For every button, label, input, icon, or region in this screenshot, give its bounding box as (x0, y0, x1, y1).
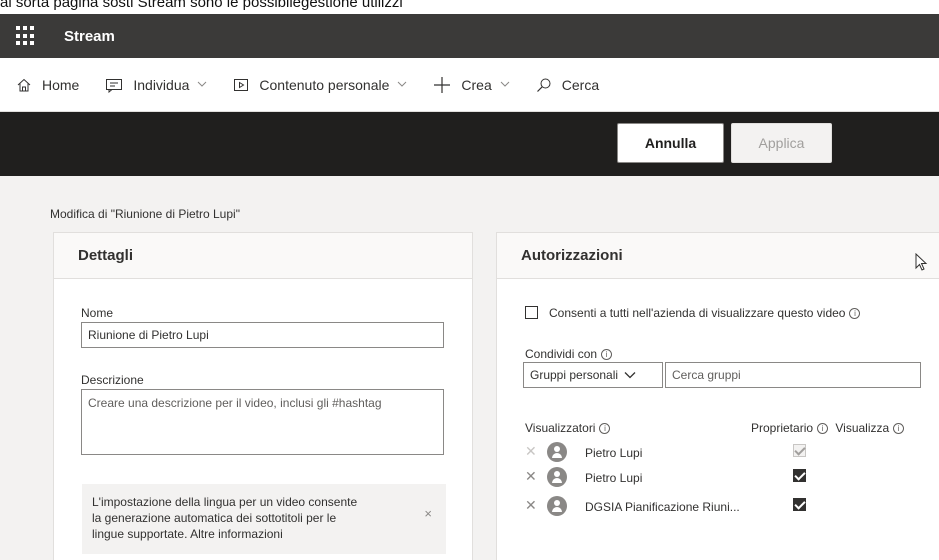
details-header: Dettagli (54, 233, 472, 279)
apply-button[interactable]: Applica (731, 123, 832, 163)
nav-search[interactable]: Cerca (536, 77, 599, 93)
avatar (547, 467, 567, 487)
language-info-line-1: L'impostazione della lingua per un video… (92, 495, 358, 509)
chevron-down-icon (500, 79, 510, 90)
nav-home-label: Home (42, 76, 80, 93)
close-icon[interactable]: × (424, 506, 432, 522)
viewer-name: Pietro Lupi (585, 446, 643, 460)
top-caption: al sorta pagina sosti Stream sono le pos… (0, 0, 403, 11)
chevron-down-icon (397, 79, 407, 90)
description-placeholder: Creare una descrizione per il video, inc… (88, 396, 382, 410)
nav-discover[interactable]: Individua (105, 77, 207, 93)
viewer-name: DGSIA Pianificazione Riuni... (585, 500, 740, 514)
plus-icon (433, 76, 451, 94)
viewers-label-row: Visualizzatori i (525, 421, 611, 435)
command-bar: Annulla Applica (0, 112, 939, 176)
mouse-cursor-icon (915, 252, 929, 278)
discover-icon (105, 77, 123, 93)
info-icon[interactable]: i (599, 423, 611, 435)
info-icon[interactable]: i (817, 423, 829, 435)
nav-home[interactable]: Home (16, 77, 79, 93)
nav-my-content[interactable]: Contenuto personale (233, 77, 407, 93)
viewer-name: Pietro Lupi (585, 471, 643, 485)
description-textarea[interactable]: Creare una descrizione per il video, inc… (81, 389, 444, 455)
permissions-card: Autorizzazioni Consenti a tutti nell'azi… (496, 232, 939, 560)
share-with-label: Condividi con (525, 347, 598, 361)
info-icon[interactable]: i (849, 308, 861, 320)
chevron-down-icon (624, 368, 636, 382)
search-groups-placeholder: Cerca gruppi (672, 368, 741, 382)
edit-title: Modifica di "Riunione di Pietro Lupi" (50, 207, 240, 221)
name-input[interactable]: Riunione di Pietro Lupi (81, 322, 444, 348)
nav-create[interactable]: Crea (433, 76, 510, 94)
nav-search-label: Cerca (561, 76, 600, 93)
avatar (547, 496, 567, 516)
language-info-box: L'impostazione della lingua per un video… (82, 484, 446, 554)
avatar (547, 442, 567, 462)
allow-all-checkbox[interactable] (525, 306, 538, 319)
nav-discover-label: Individua (133, 76, 190, 93)
description-label: Descrizione (81, 373, 144, 387)
permissions-header: Autorizzazioni (497, 233, 939, 279)
language-info-line-2: la generazione automatica dei sottotitol… (92, 511, 337, 525)
app-title[interactable]: Stream (64, 28, 115, 45)
language-info-line-3: lingue supportate. Altre informazioni (92, 527, 283, 541)
allow-all-label: Consenti a tutti nell'azienda di visuali… (549, 306, 846, 320)
nav-my-content-label: Contenuto personale (259, 76, 390, 93)
search-groups-input[interactable]: Cerca gruppi (665, 362, 921, 388)
info-icon[interactable]: i (893, 423, 905, 435)
nav-create-label: Crea (461, 76, 492, 93)
nav-bar: Home Individua Contenuto personale Crea … (0, 58, 939, 112)
owner-checkbox[interactable] (793, 498, 806, 511)
home-icon (16, 77, 32, 93)
viewers-label: Visualizzatori (525, 421, 596, 435)
details-card: Dettagli Nome Riunione di Pietro Lupi De… (53, 232, 473, 560)
cancel-button[interactable]: Annulla (617, 123, 724, 163)
share-with-label-row: Condividi con i (525, 347, 613, 361)
name-label: Nome (81, 306, 114, 320)
owner-checkbox[interactable] (793, 469, 806, 482)
share-with-select[interactable]: Gruppi personali (523, 362, 663, 388)
share-with-select-value: Gruppi personali (530, 368, 619, 382)
chevron-down-icon (197, 79, 207, 90)
view-label: Visualizza (835, 421, 890, 435)
name-input-value: Riunione di Pietro Lupi (88, 328, 209, 342)
video-icon (233, 78, 249, 92)
app-bar: Stream (0, 14, 939, 58)
owner-label: Proprietario (751, 421, 814, 435)
remove-icon[interactable]: ✕ (525, 443, 537, 460)
top-caption-strip: al sorta pagina sosti Stream sono le pos… (0, 0, 939, 14)
search-icon (536, 77, 552, 93)
owner-view-label-row: Proprietario i Visualizza i (751, 421, 905, 435)
info-icon[interactable]: i (601, 349, 613, 361)
remove-icon[interactable]: ✕ (525, 497, 537, 514)
remove-icon[interactable]: ✕ (525, 468, 537, 485)
owner-checkbox (793, 444, 806, 457)
app-launcher-icon[interactable] (16, 26, 36, 46)
allow-all-label-row: Consenti a tutti nell'azienda di visuali… (549, 306, 861, 320)
